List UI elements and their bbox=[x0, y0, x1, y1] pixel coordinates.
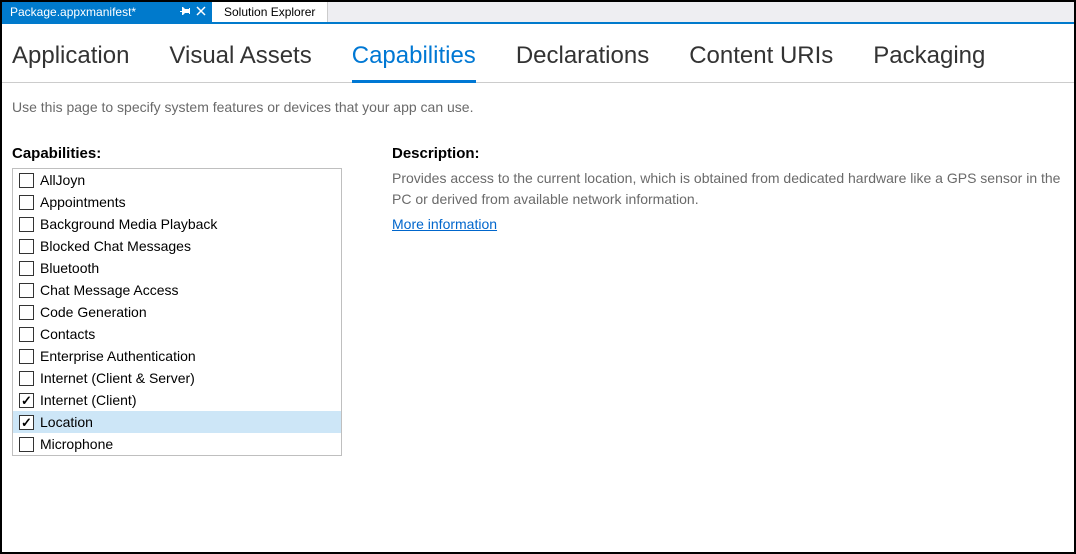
capability-checkbox[interactable] bbox=[19, 437, 34, 452]
capability-checkbox[interactable] bbox=[19, 195, 34, 210]
description-text: Provides access to the current location,… bbox=[392, 168, 1064, 210]
capability-label: Microphone bbox=[40, 436, 113, 452]
capability-item[interactable]: Contacts bbox=[13, 323, 341, 345]
close-icon[interactable] bbox=[196, 5, 206, 19]
capability-checkbox[interactable] bbox=[19, 327, 34, 342]
capability-checkbox[interactable] bbox=[19, 261, 34, 276]
capability-label: Chat Message Access bbox=[40, 282, 179, 298]
tab-packaging[interactable]: Packaging bbox=[873, 42, 985, 82]
capability-label: AllJoyn bbox=[40, 172, 85, 188]
more-information-link[interactable]: More information bbox=[392, 216, 497, 232]
capability-label: Contacts bbox=[40, 326, 95, 342]
capability-checkbox[interactable] bbox=[19, 239, 34, 254]
capability-item[interactable]: Chat Message Access bbox=[13, 279, 341, 301]
help-text: Use this page to specify system features… bbox=[2, 83, 1074, 115]
capability-item[interactable]: Internet (Client) bbox=[13, 389, 341, 411]
description-title: Description: bbox=[392, 145, 1064, 162]
tab-visual-assets[interactable]: Visual Assets bbox=[169, 42, 311, 82]
capability-label: Location bbox=[40, 414, 93, 430]
capabilities-list: AllJoyn Appointments Background Media Play… bbox=[12, 168, 342, 456]
active-tab-title: Package.appxmanifest* bbox=[10, 5, 136, 19]
capability-label: Internet (Client) bbox=[40, 392, 136, 408]
pin-icon[interactable] bbox=[180, 5, 190, 19]
capability-item[interactable]: Background Media Playback bbox=[13, 213, 341, 235]
document-tab-bar: Package.appxmanifest* Solution Explorer bbox=[2, 2, 1074, 24]
capability-checkbox[interactable] bbox=[19, 305, 34, 320]
capability-item[interactable]: Enterprise Authentication bbox=[13, 345, 341, 367]
capability-label: Blocked Chat Messages bbox=[40, 238, 191, 254]
capability-label: Code Generation bbox=[40, 304, 147, 320]
capability-item[interactable]: Bluetooth bbox=[13, 257, 341, 279]
capability-item[interactable]: Appointments bbox=[13, 191, 341, 213]
capability-checkbox[interactable] bbox=[19, 371, 34, 386]
capability-label: Internet (Client & Server) bbox=[40, 370, 195, 386]
capability-label: Appointments bbox=[40, 194, 126, 210]
tab-application[interactable]: Application bbox=[12, 42, 129, 82]
capability-checkbox[interactable] bbox=[19, 217, 34, 232]
capability-label: Background Media Playback bbox=[40, 216, 217, 232]
capability-checkbox[interactable] bbox=[19, 393, 34, 408]
capability-checkbox[interactable] bbox=[19, 349, 34, 364]
tab-capabilities[interactable]: Capabilities bbox=[352, 42, 476, 83]
capability-label: Bluetooth bbox=[40, 260, 99, 276]
capability-item[interactable]: Location bbox=[13, 411, 341, 433]
capability-label: Enterprise Authentication bbox=[40, 348, 196, 364]
solution-explorer-tab[interactable]: Solution Explorer bbox=[212, 2, 328, 22]
manifest-nav-tabs: Application Visual Assets Capabilities Decl… bbox=[2, 24, 1074, 83]
capability-item[interactable]: Microphone bbox=[13, 433, 341, 455]
capability-checkbox[interactable] bbox=[19, 283, 34, 298]
tab-declarations[interactable]: Declarations bbox=[516, 42, 649, 82]
capability-item[interactable]: Internet (Client & Server) bbox=[13, 367, 341, 389]
tab-content-uris[interactable]: Content URIs bbox=[689, 42, 833, 82]
active-document-tab[interactable]: Package.appxmanifest* bbox=[2, 2, 212, 22]
other-tab-title: Solution Explorer bbox=[224, 5, 315, 19]
capability-item[interactable]: AllJoyn bbox=[13, 169, 341, 191]
capability-checkbox[interactable] bbox=[19, 415, 34, 430]
capabilities-title: Capabilities: bbox=[12, 145, 342, 162]
capability-item[interactable]: Blocked Chat Messages bbox=[13, 235, 341, 257]
capability-checkbox[interactable] bbox=[19, 173, 34, 188]
capability-item[interactable]: Code Generation bbox=[13, 301, 341, 323]
